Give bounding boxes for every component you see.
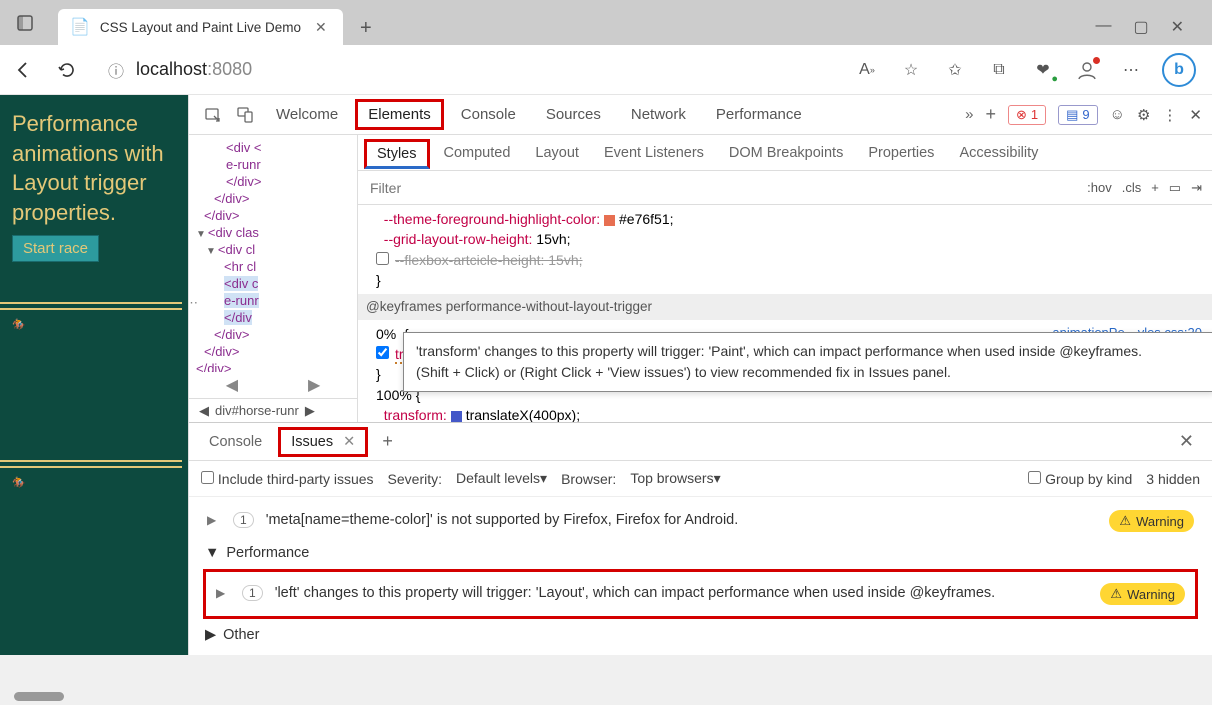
devtools-close-icon[interactable]: ✕	[1189, 106, 1202, 124]
scroll-left-icon[interactable]: ◀	[226, 375, 238, 395]
settings-icon[interactable]: ⚙	[1137, 106, 1150, 124]
issue-text: 'left' changes to this property will tri…	[275, 583, 1089, 605]
sidebar-tab-breakpoints[interactable]: DOM Breakpoints	[718, 139, 854, 167]
browser-dropdown[interactable]: Top browsers▾	[630, 470, 720, 487]
kebab-icon[interactable]: ⋮	[1162, 106, 1177, 124]
new-style-icon[interactable]: +	[1151, 180, 1159, 195]
drawer-close-icon[interactable]: ✕	[1171, 427, 1202, 456]
sidebar-tab-styles[interactable]: Styles	[364, 139, 430, 169]
scroll-right-icon[interactable]: ▶	[308, 375, 320, 395]
drawer-tab-issues[interactable]: Issues ✕	[278, 427, 368, 457]
pane-icon[interactable]: ⇥	[1191, 180, 1202, 196]
sidebar-tab-accessibility[interactable]: Accessibility	[948, 139, 1049, 167]
star-icon[interactable]: ☆	[898, 57, 924, 83]
css-rules[interactable]: --theme-foreground-highlight-color: #e76…	[358, 205, 1212, 422]
expand-icon: ▶	[205, 627, 216, 643]
warning-badge: ⚠ Warning	[1100, 583, 1185, 605]
hov-toggle[interactable]: :hov	[1087, 180, 1112, 195]
collections-icon[interactable]: ⧉	[986, 57, 1012, 83]
browser-tab[interactable]: 📄 CSS Layout and Paint Live Demo ✕	[58, 9, 343, 45]
page-icon: 📄	[70, 17, 90, 37]
message-count-pill[interactable]: ▤ 9	[1058, 105, 1098, 125]
horse-graphic-1: 🏇	[12, 300, 102, 360]
severity-label: Severity:	[388, 471, 442, 487]
minimize-icon[interactable]: —	[1095, 17, 1111, 37]
breadcrumb[interactable]: ◀div#horse-runr▶	[189, 398, 357, 422]
expand-icon[interactable]: ▶	[216, 583, 230, 600]
profile-icon[interactable]	[1074, 57, 1100, 83]
issue-row[interactable]: ▶ 1 'left' changes to this property will…	[212, 576, 1189, 612]
url-text: localhost:8080	[136, 59, 252, 80]
property-toggle[interactable]	[376, 346, 389, 359]
add-drawer-tab-icon[interactable]: +	[374, 431, 401, 452]
issue-category[interactable]: ▶Other	[203, 621, 1198, 649]
tab-close-icon[interactable]: ✕	[311, 17, 331, 38]
issue-count: 1	[233, 512, 254, 528]
inspect-icon[interactable]	[199, 101, 227, 129]
sidebar-tab-listeners[interactable]: Event Listeners	[593, 139, 715, 167]
sidebar-tab-computed[interactable]: Computed	[433, 139, 522, 167]
cls-toggle[interactable]: .cls	[1122, 180, 1142, 195]
issue-text: 'meta[name=theme-color]' is not supporte…	[266, 510, 1098, 532]
tab-performance[interactable]: Performance	[703, 106, 815, 123]
read-aloud-icon[interactable]: A»	[854, 57, 880, 83]
issue-row[interactable]: ▶ 1 'meta[name=theme-color]' is not supp…	[203, 503, 1198, 539]
tab-welcome[interactable]: Welcome	[263, 106, 351, 123]
issue-count: 1	[242, 585, 263, 601]
severity-dropdown[interactable]: Default levels▾	[456, 470, 547, 487]
warning-badge: ⚠ Warning	[1109, 510, 1194, 532]
page-heading: Performance animations with Layout trigg…	[12, 109, 176, 228]
page-preview: Performance animations with Layout trigg…	[0, 95, 188, 655]
tab-elements[interactable]: Elements	[355, 99, 444, 130]
close-icon: ✕	[343, 434, 355, 450]
site-info-icon[interactable]: ⓘ	[108, 58, 124, 82]
refresh-button[interactable]	[54, 57, 80, 83]
more-tabs-icon[interactable]: »	[965, 106, 973, 123]
bing-icon[interactable]: b	[1162, 53, 1196, 87]
horse-graphic-2: 🏇	[12, 458, 102, 518]
feedback-icon[interactable]: ☺	[1110, 106, 1125, 123]
hidden-count: 3 hidden	[1146, 471, 1200, 487]
favorites-icon[interactable]: ✩	[942, 57, 968, 83]
add-tab-icon[interactable]: +	[985, 104, 996, 125]
more-icon[interactable]: ⋯	[1118, 57, 1144, 83]
expand-icon[interactable]: ▶	[207, 510, 221, 527]
back-button[interactable]	[10, 57, 36, 83]
start-race-button[interactable]: Start race	[12, 235, 99, 262]
computed-icon[interactable]: ▭	[1169, 180, 1181, 196]
performance-icon[interactable]: ❤●	[1030, 57, 1056, 83]
horizontal-scrollbar[interactable]	[0, 688, 1212, 705]
browser-label: Browser:	[561, 471, 616, 487]
keyframes-header: @keyframes performance-without-layout-tr…	[358, 294, 1212, 320]
sidebar-tab-properties[interactable]: Properties	[857, 139, 945, 167]
tab-console[interactable]: Console	[448, 106, 529, 123]
styles-filter-input[interactable]	[358, 180, 1077, 196]
tab-sources[interactable]: Sources	[533, 106, 614, 123]
drawer-tab-console[interactable]: Console	[199, 428, 272, 456]
include-third-party-checkbox[interactable]: Include third-party issues	[201, 471, 374, 487]
new-tab-button[interactable]: +	[349, 11, 383, 45]
issue-category[interactable]: ▼Performance	[203, 539, 1198, 567]
window-close-icon[interactable]: ✕	[1171, 17, 1184, 37]
error-count-pill[interactable]: ⊗ 1	[1008, 105, 1046, 125]
dom-tree[interactable]: <div < e-runr </div> </div> </div> ▼<div…	[189, 135, 357, 372]
sidebar-tab-layout[interactable]: Layout	[524, 139, 590, 167]
device-icon[interactable]	[231, 101, 259, 129]
address-bar[interactable]: ⓘ localhost:8080	[98, 58, 836, 82]
group-by-kind-checkbox[interactable]: Group by kind	[1028, 471, 1132, 487]
property-toggle[interactable]	[376, 252, 389, 265]
property-tooltip: 'transform' changes to this property wil…	[403, 332, 1212, 392]
collapse-icon: ▼	[205, 545, 219, 561]
tab-title: CSS Layout and Paint Live Demo	[100, 20, 301, 35]
tab-network[interactable]: Network	[618, 106, 699, 123]
app-icon	[0, 0, 50, 45]
maximize-icon[interactable]: ▢	[1133, 17, 1148, 37]
